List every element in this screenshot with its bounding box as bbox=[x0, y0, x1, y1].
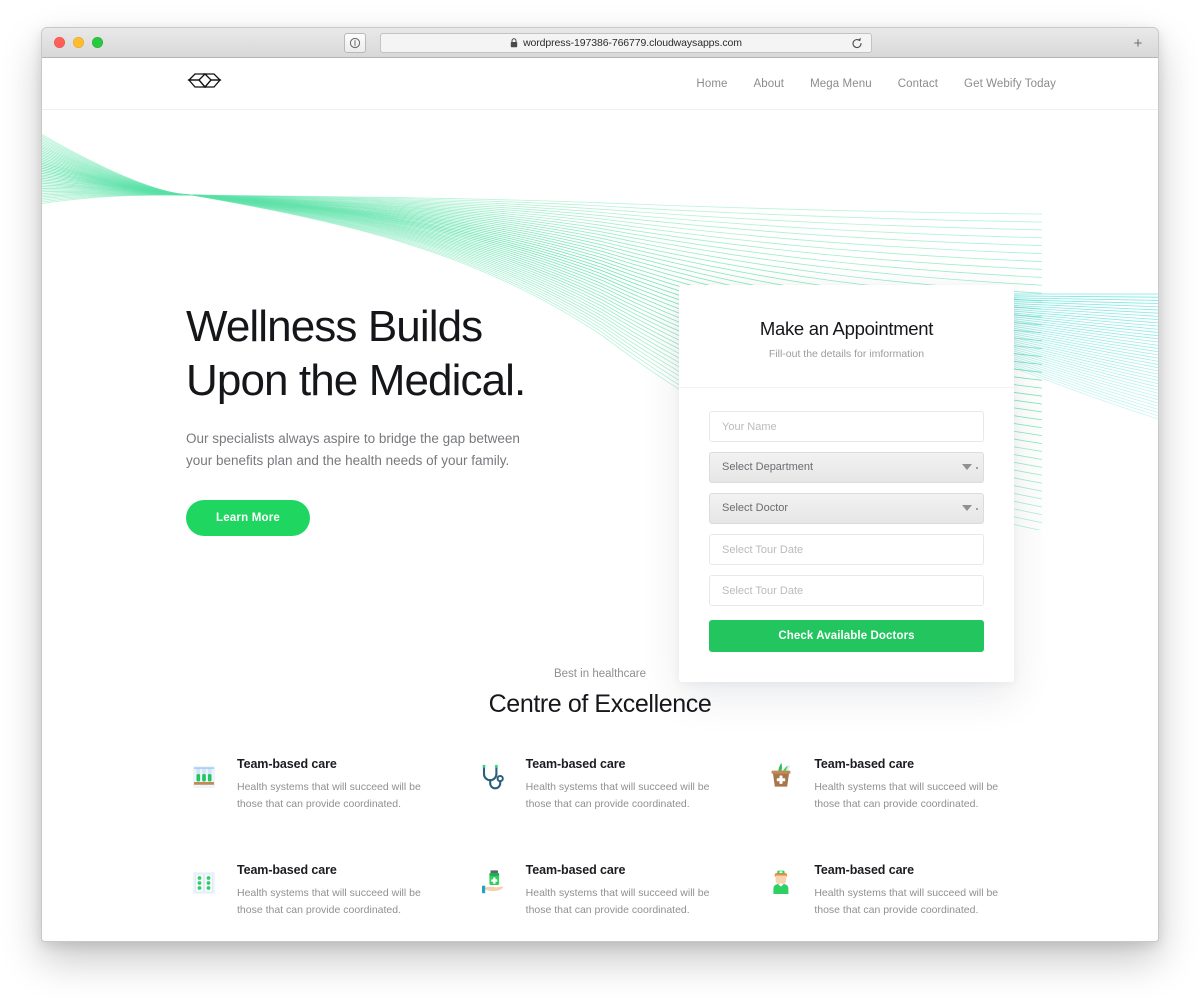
appointment-title: Make an Appointment bbox=[759, 318, 934, 339]
doctor-select[interactable]: Select Doctor bbox=[709, 493, 984, 524]
feature-description: Health systems that will succeed will be… bbox=[237, 779, 421, 813]
feature-item: Team-based care Health systems that will… bbox=[475, 757, 726, 813]
close-window-button[interactable] bbox=[54, 37, 65, 48]
shield-icon[interactable] bbox=[344, 32, 366, 53]
centre-of-excellence-section: Best in healthcare Centre of Excellence bbox=[42, 668, 1158, 919]
address-bar[interactable]: wordpress-197386-766779.cloudwaysapps.co… bbox=[380, 32, 872, 53]
feature-desc-line-1: Health systems that will succeed will be bbox=[525, 887, 710, 899]
hero-subtitle-line-2: your benefits plan and the health needs … bbox=[186, 453, 510, 468]
feature-description: Health systems that will succeed will be… bbox=[814, 885, 998, 919]
feature-desc-line-1: Health systems that will succeed will be bbox=[814, 781, 999, 793]
check-available-doctors-button[interactable]: Check Available Doctors bbox=[709, 620, 984, 652]
hero-title-line-2: Upon the Medical. bbox=[186, 356, 526, 405]
nurse-icon bbox=[763, 865, 799, 901]
toolbar-buttons bbox=[344, 32, 366, 53]
primary-navigation: Home About Mega Menu Contact Get Webify … bbox=[696, 78, 1056, 90]
feature-item: Team-based care Health systems that will… bbox=[186, 757, 437, 813]
doctor-select-wrapper: Select Doctor bbox=[709, 493, 984, 524]
feature-desc-line-2: those that can provide coordinated. bbox=[237, 798, 402, 810]
tour-date-input-2[interactable] bbox=[709, 575, 984, 606]
feature-item: Team-based care Health systems that will… bbox=[475, 863, 726, 919]
feature-description: Health systems that will succeed will be… bbox=[526, 885, 710, 919]
feature-text: Team-based care Health systems that will… bbox=[526, 757, 710, 813]
appointment-card-header: Make an Appointment Fill-out the details… bbox=[679, 285, 1014, 388]
lock-icon bbox=[510, 37, 518, 48]
your-name-input[interactable] bbox=[709, 411, 984, 442]
appointment-form-card: Make an Appointment Fill-out the details… bbox=[679, 285, 1014, 682]
feature-text: Team-based care Health systems that will… bbox=[237, 863, 421, 919]
medicine-hand-icon bbox=[475, 865, 511, 901]
nav-item-mega-menu[interactable]: Mega Menu bbox=[810, 78, 872, 90]
feature-text: Team-based care Health systems that will… bbox=[526, 863, 710, 919]
reload-icon[interactable] bbox=[851, 37, 863, 53]
feature-title: Team-based care bbox=[525, 757, 626, 771]
feature-desc-line-1: Health systems that will succeed will be bbox=[814, 887, 999, 899]
feature-description: Health systems that will succeed will be… bbox=[526, 779, 710, 813]
feature-text: Team-based care Health systems that will… bbox=[814, 757, 998, 813]
department-select[interactable]: Select Department bbox=[709, 452, 984, 483]
zoom-window-button[interactable] bbox=[92, 37, 103, 48]
hero-section: Wellness Builds Upon the Medical. Our sp… bbox=[42, 110, 1158, 682]
pill-blister-icon bbox=[186, 865, 222, 901]
page-title: Wellness Builds Upon the Medical. bbox=[186, 300, 706, 408]
browser-titlebar: wordpress-197386-766779.cloudwaysapps.co… bbox=[42, 28, 1158, 58]
webify-logo-icon[interactable] bbox=[186, 71, 224, 97]
feature-title: Team-based care bbox=[814, 863, 915, 877]
feature-title: Team-based care bbox=[237, 757, 337, 771]
nav-item-contact[interactable]: Contact bbox=[898, 78, 938, 90]
learn-more-button[interactable]: Learn More bbox=[186, 500, 310, 536]
feature-title: Team-based care bbox=[237, 863, 337, 877]
nav-item-about[interactable]: About bbox=[754, 78, 785, 90]
feature-description: Health systems that will succeed will be… bbox=[237, 885, 421, 919]
feature-desc-line-1: Health systems that will succeed will be bbox=[237, 781, 421, 793]
hero-copy: Wellness Builds Upon the Medical. Our sp… bbox=[186, 300, 706, 536]
feature-text: Team-based care Health systems that will… bbox=[814, 863, 998, 919]
feature-desc-line-2: those that can provide coordinated. bbox=[525, 904, 690, 916]
tour-date-input-1[interactable] bbox=[709, 534, 984, 565]
site-header: Home About Mega Menu Contact Get Webify … bbox=[42, 58, 1158, 110]
url-text: wordpress-197386-766779.cloudwaysapps.co… bbox=[523, 36, 742, 49]
feature-description: Health systems that will succeed will be… bbox=[814, 779, 998, 813]
feature-desc-line-2: those that can provide coordinated. bbox=[525, 798, 690, 810]
department-select-wrapper: Select Department bbox=[709, 452, 984, 483]
feature-desc-line-1: Health systems that will succeed will be bbox=[237, 887, 421, 899]
window-controls bbox=[54, 37, 103, 48]
stethoscope-icon bbox=[475, 759, 511, 795]
feature-title: Team-based care bbox=[814, 757, 915, 771]
feature-item: Team-based care Health systems that will… bbox=[763, 863, 1014, 919]
feature-item: Team-based care Health systems that will… bbox=[186, 863, 437, 919]
new-tab-button[interactable]: + bbox=[1128, 33, 1148, 53]
webpage-viewport: Home About Mega Menu Contact Get Webify … bbox=[42, 58, 1158, 941]
feature-item: Team-based care Health systems that will… bbox=[763, 757, 1014, 813]
minimize-window-button[interactable] bbox=[73, 37, 84, 48]
feature-title: Team-based care bbox=[525, 863, 626, 877]
feature-desc-line-1: Health systems that will succeed will be bbox=[525, 781, 710, 793]
appointment-subtitle: Fill-out the details for imformation bbox=[768, 348, 925, 360]
section-title: Centre of Excellence bbox=[488, 690, 712, 718]
herbal-medicine-icon bbox=[763, 759, 799, 795]
feature-text: Team-based care Health systems that will… bbox=[237, 757, 421, 813]
feature-desc-line-2: those that can provide coordinated. bbox=[237, 904, 402, 916]
feature-desc-line-2: those that can provide coordinated. bbox=[814, 904, 979, 916]
hero-subtitle-line-1: Our specialists always aspire to bridge … bbox=[186, 431, 520, 446]
nav-item-get-webify-today[interactable]: Get Webify Today bbox=[964, 78, 1056, 90]
feature-grid: Team-based care Health systems that will… bbox=[186, 757, 1014, 919]
browser-window: wordpress-197386-766779.cloudwaysapps.co… bbox=[41, 27, 1159, 942]
hero-subtitle: Our specialists always aspire to bridge … bbox=[186, 428, 706, 472]
nav-item-home[interactable]: Home bbox=[696, 78, 727, 90]
feature-desc-line-2: those that can provide coordinated. bbox=[814, 798, 979, 810]
test-tubes-icon bbox=[186, 759, 222, 795]
hero-title-line-1: Wellness Builds bbox=[186, 302, 483, 351]
appointment-card-body: Select Department Select Doctor Check Av… bbox=[679, 388, 1014, 682]
